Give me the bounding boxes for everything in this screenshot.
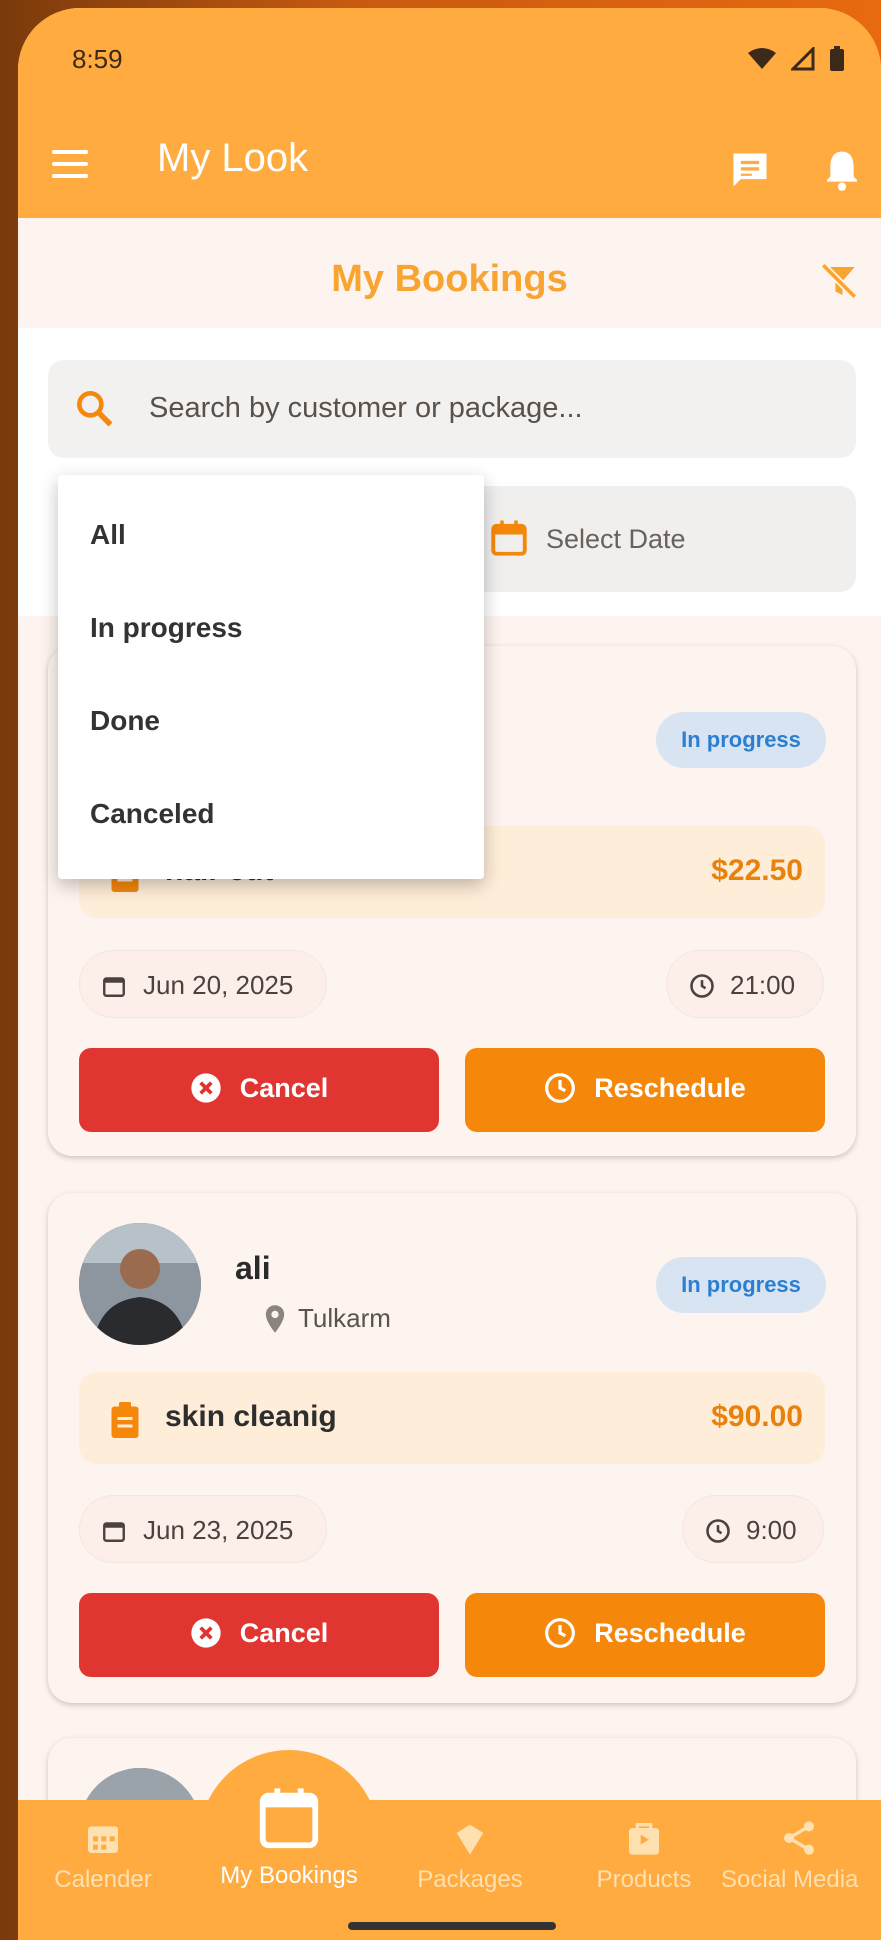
gesture-bar: [348, 1922, 556, 1930]
nav-label-packages: Packages: [417, 1866, 523, 1893]
nav-label-social-media: Social Media: [721, 1866, 859, 1893]
nav-item-packages[interactable]: Packages: [390, 1818, 550, 1894]
clock-icon: [545, 1618, 576, 1648]
reschedule-label: Reschedule: [594, 1072, 746, 1103]
calendar-icon: [103, 1522, 125, 1542]
service-name: skin cleanig: [165, 1400, 337, 1433]
status-time: 8:59: [72, 44, 123, 74]
dropdown-option-all[interactable]: All: [90, 519, 126, 551]
calendar-grid-icon: [88, 1826, 118, 1853]
app-screen: 8:59 My Look My Bookings Search by custo…: [18, 8, 881, 1940]
clock-icon: [706, 1519, 730, 1543]
service-price: $22.50: [711, 854, 803, 887]
date-chip: Jun 23, 2025: [79, 1495, 327, 1563]
wifi-icon: [748, 48, 776, 69]
booking-card: ali Tulkarm In progress skin cleanig $90…: [48, 1193, 856, 1703]
dropdown-option-in-progress[interactable]: In progress: [90, 612, 242, 644]
time-chip: 21:00: [666, 950, 824, 1018]
location-pin-icon: [265, 1304, 285, 1333]
booking-time: 21:00: [730, 970, 796, 1000]
date-picker-field[interactable]: Select Date: [458, 486, 856, 592]
nav-item-my-bookings[interactable]: My Bookings: [209, 1784, 369, 1890]
chat-icon[interactable]: [728, 148, 772, 192]
status-icons: [747, 46, 845, 72]
signal-icon: [791, 47, 815, 71]
menu-icon[interactable]: [52, 150, 88, 178]
date-chip: Jun 20, 2025: [79, 950, 327, 1018]
app-title: My Look: [157, 136, 309, 180]
calendar-icon: [103, 977, 125, 997]
service-price: $90.00: [711, 1400, 803, 1433]
customer-location: Tulkarm: [264, 1303, 391, 1334]
search-input[interactable]: Search by customer or package...: [48, 360, 856, 458]
battery-icon: [830, 46, 844, 71]
service-row: skin cleanig $90.00: [79, 1372, 825, 1464]
nav-item-products[interactable]: Products: [564, 1818, 724, 1894]
notification-bell-icon[interactable]: [822, 148, 862, 192]
cancel-label: Cancel: [239, 1072, 329, 1103]
booking-time: 9:00: [746, 1515, 797, 1545]
cancel-label: Cancel: [239, 1617, 329, 1648]
cancel-circle-icon: [191, 1073, 221, 1103]
search-icon: [77, 391, 113, 427]
dropdown-option-canceled[interactable]: Canceled: [90, 798, 215, 830]
customer-name: ali: [235, 1250, 271, 1286]
status-badge: In progress: [656, 712, 826, 768]
nav-item-calender[interactable]: Calender: [23, 1818, 183, 1894]
search-placeholder: Search by customer or package...: [149, 392, 583, 424]
calendar-icon: [491, 520, 527, 556]
shopping-bag-icon: [629, 1823, 659, 1855]
clock-icon: [545, 1073, 576, 1103]
booking-date: Jun 23, 2025: [143, 1515, 294, 1545]
cancel-button[interactable]: Cancel: [79, 1593, 439, 1677]
location-label: Tulkarm: [298, 1303, 391, 1333]
calendar-icon: [259, 1788, 319, 1849]
package-icon: [456, 1824, 484, 1855]
time-chip: 9:00: [682, 1495, 824, 1563]
reschedule-button[interactable]: Reschedule: [465, 1048, 825, 1132]
cancel-button[interactable]: Cancel: [79, 1048, 439, 1132]
nav-label-products: Products: [596, 1866, 692, 1893]
nav-label-calender: Calender: [54, 1866, 152, 1893]
nav-label-my-bookings: My Bookings: [220, 1862, 358, 1889]
status-filter-dropdown: All In progress Done Canceled: [58, 475, 484, 879]
page-title: My Bookings: [331, 258, 568, 300]
cancel-circle-icon: [191, 1618, 221, 1648]
reschedule-label: Reschedule: [594, 1617, 746, 1648]
filter-off-icon[interactable]: [818, 260, 860, 302]
nav-item-social-media[interactable]: Social Media: [721, 1818, 881, 1894]
clipboard-icon: [111, 1402, 139, 1438]
date-label: Select Date: [546, 524, 686, 554]
dropdown-option-done[interactable]: Done: [90, 705, 160, 737]
clock-icon: [690, 974, 714, 998]
device-frame: 8:59 My Look My Bookings Search by custo…: [0, 0, 881, 1940]
share-icon: [784, 1821, 814, 1855]
customer-avatar: [79, 1223, 201, 1345]
reschedule-button[interactable]: Reschedule: [465, 1593, 825, 1677]
status-badge: In progress: [656, 1257, 826, 1313]
booking-date: Jun 20, 2025: [143, 970, 294, 1000]
page-header: My Bookings: [18, 218, 881, 328]
